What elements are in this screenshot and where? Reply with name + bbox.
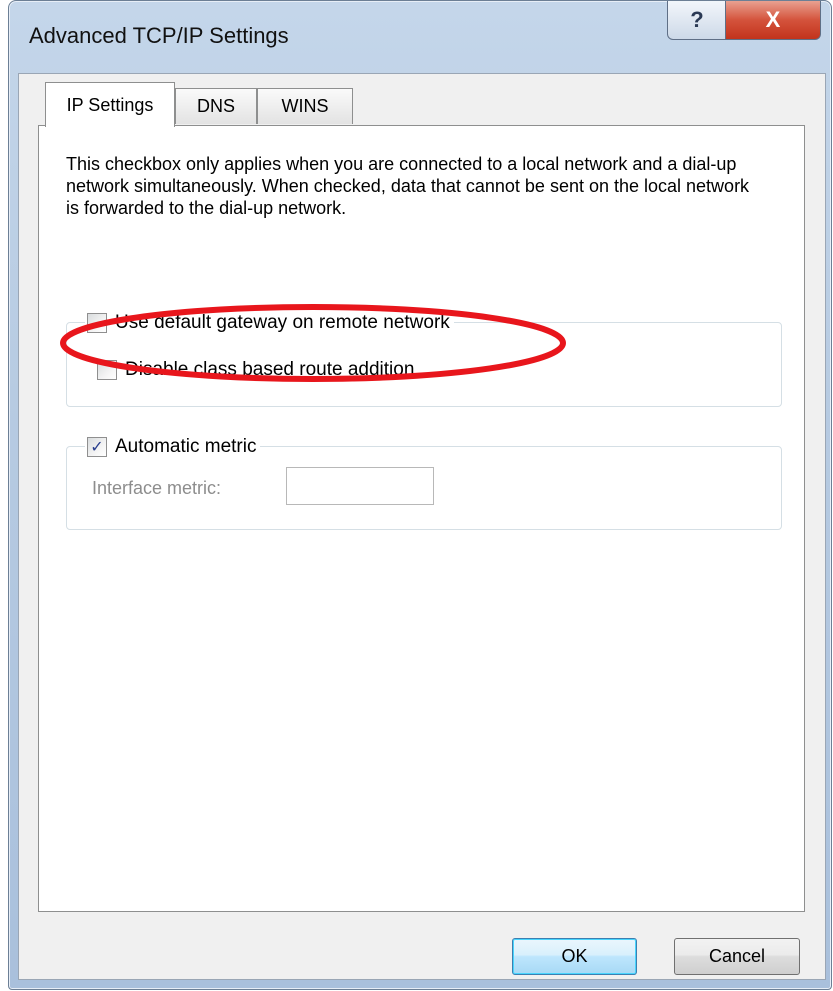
checkmark-icon: ✓ — [90, 439, 104, 456]
dialog-client-area: IP Settings DNS WINS This checkbox only … — [18, 73, 826, 980]
description-text: This checkbox only applies when you are … — [66, 154, 750, 218]
tab-dns[interactable]: DNS — [175, 88, 257, 124]
close-icon: X — [765, 7, 781, 32]
disable-class-route-checkbox[interactable] — [97, 360, 117, 380]
ip-settings-page: This checkbox only applies when you are … — [38, 125, 805, 912]
help-button[interactable]: ? — [667, 1, 727, 40]
cancel-button[interactable]: Cancel — [674, 938, 800, 975]
close-button[interactable]: X — [725, 1, 821, 40]
tab-wins[interactable]: WINS — [257, 88, 353, 124]
use-default-gateway-label: Use default gateway on remote network — [115, 312, 450, 333]
automatic-metric-label: Automatic metric — [115, 436, 257, 457]
window-title: Advanced TCP/IP Settings — [29, 23, 289, 48]
interface-metric-label: Interface metric: — [92, 478, 222, 498]
automatic-metric-checkbox[interactable]: ✓ — [87, 437, 107, 457]
disable-class-route-label: Disable class based route addition — [125, 359, 415, 380]
use-default-gateway-checkbox[interactable] — [87, 313, 107, 333]
ok-button[interactable]: OK — [512, 938, 637, 975]
automatic-metric-option[interactable]: ✓ Automatic metric — [85, 436, 261, 458]
tab-ip-settings[interactable]: IP Settings — [45, 82, 175, 127]
dialog-window: Advanced TCP/IP Settings ? X IP Settings… — [8, 0, 832, 990]
interface-metric-input[interactable] — [286, 467, 434, 505]
use-default-gateway-option[interactable]: Use default gateway on remote network — [85, 312, 454, 334]
disable-class-route-option[interactable]: Disable class based route addition — [95, 359, 419, 381]
help-icon: ? — [690, 7, 704, 32]
title-bar[interactable]: Advanced TCP/IP Settings ? X — [9, 1, 831, 73]
